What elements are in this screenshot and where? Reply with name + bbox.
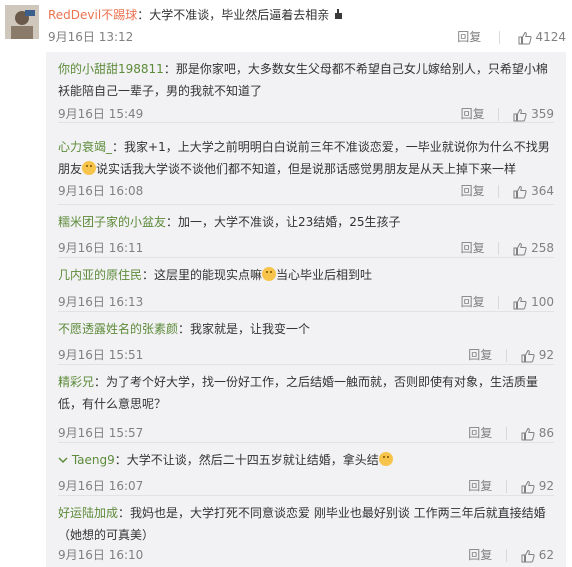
reply-username[interactable]: 心力衰竭_	[58, 140, 112, 154]
reply-username[interactable]: 几内亚的原住民	[58, 268, 142, 282]
reply-username[interactable]: Taeng9	[72, 453, 115, 467]
like-count: 86	[538, 426, 554, 440]
divider	[498, 185, 500, 198]
reply-time: 9月16日 16:07	[58, 479, 144, 493]
reply-button[interactable]: 回复	[468, 479, 492, 493]
reply-button[interactable]: 回复	[468, 348, 492, 362]
reply-text: ：为了考个好大学，找一份好工作，之后结婚一触而就，否则即使有对象，生活质量低，有…	[58, 375, 539, 411]
thumbs-up-icon[interactable]	[521, 349, 535, 363]
reply-item: 心力衰竭_：我家+1，上大学之前明明白白说前三年不准谈恋爱，一毕业就说你为什么不…	[46, 123, 566, 205]
reply-item: Taeng9：大学不让谈，然后二十四五岁就让结婚，拿头结 9月16日 16:07…	[46, 443, 566, 496]
reply-button[interactable]: 回复	[461, 241, 485, 255]
like-count: 258	[531, 241, 554, 255]
reply-button[interactable]: 回复	[457, 30, 481, 44]
like-count: 92	[538, 348, 554, 362]
divider	[498, 242, 500, 255]
replies-box: 你的小甜甜198811：那是你家吧，大多数女生父母都不希望自己女儿嫁给别人，只希…	[46, 52, 566, 567]
reply-item: 精彩兄：为了考个好大学，找一份好工作，之后结婚一触而就，否则即使有对象，生活质量…	[46, 365, 566, 443]
reply-time: 9月16日 15:49	[58, 107, 144, 121]
reply-username[interactable]: 糯米团子家的小盆友	[58, 215, 166, 229]
reply-button[interactable]: 回复	[461, 107, 485, 121]
smile-emoji-icon	[262, 267, 277, 281]
reply-item: 糯米团子家的小盆友：加一，大学不准谈，让23结婚，25生孩子 9月16日 16:…	[46, 205, 566, 258]
like-count: 359	[531, 107, 554, 121]
reply-text-continued: 当心毕业后相到吐	[276, 268, 373, 282]
divider	[506, 349, 508, 362]
reply-text: ：这层里的能现实点嘛	[142, 268, 263, 282]
reply-username[interactable]: 好运陆加成	[58, 506, 118, 520]
divider	[498, 31, 500, 44]
reply-button[interactable]: 回复	[468, 548, 492, 562]
smile-emoji-icon	[82, 161, 97, 175]
top-comment: RedDevil不踢球：大学不准谈，毕业然后逼着去相亲 9月16日 13:12 …	[0, 0, 572, 48]
divider	[506, 427, 508, 440]
reply-time: 9月16日 16:13	[58, 295, 144, 309]
reply-text: ：大学不让谈，然后二十四五岁就让结婚，拿头结	[114, 453, 379, 467]
comment-text: ：大学不准谈，毕业然后逼着去相亲	[137, 8, 330, 22]
thumbs-up-icon[interactable]	[521, 427, 535, 441]
divider	[506, 480, 508, 493]
like-count: 364	[531, 184, 554, 198]
thumbs-up-icon[interactable]	[513, 108, 527, 122]
thumbs-up-icon[interactable]	[518, 31, 532, 45]
verified-arrow-icon	[58, 457, 68, 464]
reply-button[interactable]: 回复	[468, 426, 492, 440]
reply-text: ：我妈也是，大学打死不同意谈恋爱 刚毕业也最好别谈 工作两三年后就直接结婚（她想…	[58, 506, 546, 542]
reply-time: 9月16日 15:51	[58, 348, 144, 362]
thumbs-up-icon[interactable]	[521, 549, 535, 563]
reply-item: 好运陆加成：我妈也是，大学打死不同意谈恋爱 刚毕业也最好别谈 工作两三年后就直接…	[46, 496, 566, 567]
reply-time: 9月16日 15:57	[58, 426, 144, 440]
reply-time: 9月16日 16:10	[58, 548, 144, 562]
comment-time: 9月16日 13:12	[48, 30, 134, 44]
like-count: 92	[538, 479, 554, 493]
like-count: 4124	[535, 30, 566, 44]
reply-username[interactable]: 你的小甜甜198811	[58, 62, 164, 76]
reply-button[interactable]: 回复	[461, 184, 485, 198]
thumbs-up-icon[interactable]	[521, 480, 535, 494]
reply-item: 几内亚的原住民：这层里的能现实点嘛 当心毕业后相到吐 9月16日 16:13 回复…	[46, 258, 566, 312]
reply-item: 不愿透露姓名的张素颜：我家就是，让我变一个 9月16日 15:51 回复 92	[46, 312, 566, 365]
divider	[498, 108, 500, 121]
thumbs-up-icon[interactable]	[513, 296, 527, 310]
comment-username[interactable]: RedDevil不踢球	[48, 8, 137, 22]
reply-username[interactable]: 精彩兄	[58, 375, 94, 389]
reply-username[interactable]: 不愿透露姓名的张素颜	[58, 322, 178, 336]
reply-time: 9月16日 16:08	[58, 184, 144, 198]
hand-emoji-icon	[335, 9, 343, 19]
smile-emoji-icon	[378, 452, 393, 466]
thumbs-up-icon[interactable]	[513, 185, 527, 199]
thumbs-up-icon[interactable]	[513, 242, 527, 256]
reply-text: ：加一，大学不准谈，让23结婚，25生孩子	[166, 215, 401, 229]
avatar[interactable]	[5, 5, 39, 39]
reply-text: ：我家就是，让我变一个	[178, 322, 311, 336]
divider	[498, 296, 500, 309]
like-count: 100	[531, 295, 554, 309]
reply-item: 你的小甜甜198811：那是你家吧，大多数女生父母都不希望自己女儿嫁给别人，只希…	[46, 52, 566, 123]
reply-button[interactable]: 回复	[461, 295, 485, 309]
reply-text-continued: 说实话我大学谈不谈他们都不知道，但是说那话感觉男朋友是从天上掉下来一样	[96, 162, 517, 176]
divider	[506, 549, 508, 562]
reply-time: 9月16日 16:11	[58, 241, 144, 255]
like-count: 62	[538, 548, 554, 562]
